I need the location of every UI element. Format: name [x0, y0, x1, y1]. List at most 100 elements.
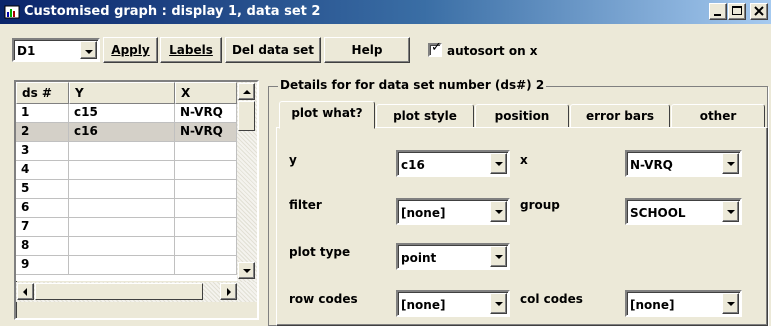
table-cell-y[interactable]	[69, 161, 175, 180]
plot-type-select-value: point	[401, 251, 437, 265]
table-cell-y[interactable]	[69, 218, 175, 237]
x-label: x	[520, 153, 528, 167]
x-select-value: N-VRQ	[630, 158, 673, 172]
filter-select-arrow[interactable]	[490, 201, 507, 222]
chevron-down-icon	[727, 162, 735, 166]
apply-label: Apply	[111, 43, 150, 57]
vertical-scroll-thumb[interactable]	[238, 101, 255, 131]
filter-select[interactable]: [none]	[396, 198, 510, 225]
grid-body[interactable]: 1 c15 N-VRQ 2 c16 N-VRQ 3 4 5 6 7 8 9	[16, 104, 237, 281]
table-row[interactable]: 5	[16, 180, 237, 199]
row-codes-select[interactable]: [none]	[396, 290, 510, 317]
table-cell-x[interactable]	[175, 180, 237, 199]
plot-type-select[interactable]: point	[396, 243, 510, 270]
x-select-arrow[interactable]	[722, 153, 739, 174]
vertical-scrollbar[interactable]	[237, 82, 257, 282]
horizontal-scroll-thumb[interactable]	[35, 283, 203, 300]
table-cell-x[interactable]	[175, 237, 237, 256]
chevron-down-icon	[495, 302, 503, 306]
table-cell-y[interactable]	[69, 142, 175, 161]
chevron-down-icon	[495, 162, 503, 166]
table-cell-y[interactable]	[69, 199, 175, 218]
col-codes-select[interactable]: [none]	[625, 290, 742, 317]
window-title: Customised graph : display 1, data set 2	[24, 4, 321, 19]
plot-type-label: plot type	[289, 245, 351, 259]
table-row[interactable]: 4	[16, 161, 237, 180]
table-cell-y[interactable]	[69, 237, 175, 256]
data-set-grid[interactable]: ds # Y X 1 c15 N-VRQ 2 c16 N-VRQ 3 4 5 6 7 8 9	[14, 80, 259, 320]
minimize-icon	[714, 14, 721, 16]
arrow-right-icon	[227, 288, 231, 296]
table-cell-y[interactable]	[69, 180, 175, 199]
table-cell-x[interactable]	[175, 218, 237, 237]
plot-type-select-arrow[interactable]	[490, 246, 507, 267]
tab-other[interactable]: other	[671, 104, 765, 128]
help-button[interactable]: Help	[324, 37, 410, 63]
y-label: y	[289, 153, 297, 167]
table-cell-ds[interactable]: 3	[16, 142, 69, 161]
del-data-set-button[interactable]: Del data set	[225, 37, 321, 63]
minimize-button[interactable]	[709, 3, 727, 20]
horizontal-scrollbar[interactable]	[16, 282, 257, 302]
table-cell-y[interactable]: c16	[69, 123, 175, 142]
table-cell-y[interactable]	[69, 256, 175, 275]
table-cell-x[interactable]: N-VRQ	[175, 123, 237, 142]
table-row[interactable]: 1 c15 N-VRQ	[16, 104, 237, 123]
table-row[interactable]: 6	[16, 199, 237, 218]
tab-error-bars[interactable]: error bars	[570, 104, 670, 128]
row-codes-select-value: [none]	[401, 298, 446, 312]
title-bar[interactable]: Customised graph : display 1, data set 2	[0, 0, 771, 24]
y-select-value: c16	[401, 158, 425, 172]
grid-header-x[interactable]: X	[175, 82, 237, 104]
row-codes-select-arrow[interactable]	[490, 293, 507, 314]
close-button[interactable]	[750, 3, 768, 20]
table-cell-x[interactable]	[175, 199, 237, 218]
maximize-button[interactable]	[728, 3, 746, 20]
chevron-down-icon	[495, 210, 503, 214]
scroll-down-button[interactable]	[238, 262, 255, 279]
table-row[interactable]: 8	[16, 237, 237, 256]
table-cell-y[interactable]: c15	[69, 104, 175, 123]
table-row[interactable]: 3	[16, 142, 237, 161]
table-cell-ds[interactable]: 6	[16, 199, 69, 218]
table-row[interactable]: 2 c16 N-VRQ	[16, 123, 237, 142]
tab-position[interactable]: position	[475, 104, 569, 128]
tab-plot-style[interactable]: plot style	[376, 104, 474, 128]
table-cell-x[interactable]	[175, 142, 237, 161]
group-select[interactable]: SCHOOL	[625, 198, 742, 225]
table-cell-x[interactable]: N-VRQ	[175, 104, 237, 123]
labels-button[interactable]: Labels	[160, 37, 222, 63]
col-codes-select-arrow[interactable]	[722, 293, 739, 314]
details-legend: Details for for data set number (ds#) 2	[278, 78, 547, 92]
table-cell-ds[interactable]: 9	[16, 256, 69, 275]
y-select-arrow[interactable]	[490, 153, 507, 174]
display-select-value: D1	[17, 44, 36, 58]
x-select[interactable]: N-VRQ	[625, 150, 742, 177]
tab-plot-what[interactable]: plot what?	[279, 101, 375, 129]
display-select[interactable]: D1	[12, 38, 100, 62]
table-cell-ds[interactable]: 8	[16, 237, 69, 256]
arrow-up-icon	[243, 90, 251, 94]
table-cell-ds[interactable]: 1	[16, 104, 69, 123]
display-select-arrow[interactable]	[80, 41, 97, 59]
table-cell-ds[interactable]: 5	[16, 180, 69, 199]
table-cell-ds[interactable]: 7	[16, 218, 69, 237]
grid-header-y[interactable]: Y	[69, 82, 175, 104]
scroll-left-button[interactable]	[17, 283, 34, 300]
table-row[interactable]: 7	[16, 218, 237, 237]
apply-button[interactable]: Apply	[103, 37, 158, 63]
autosort-checkbox[interactable]: ✓	[428, 41, 442, 57]
table-cell-ds[interactable]: 2	[16, 123, 69, 142]
filter-select-value: [none]	[401, 206, 446, 220]
table-row[interactable]: 9	[16, 256, 237, 275]
y-select[interactable]: c16	[396, 150, 510, 177]
chevron-down-icon	[495, 255, 503, 259]
scroll-up-button[interactable]	[238, 83, 255, 100]
scroll-right-button[interactable]	[220, 283, 237, 300]
grid-header-ds[interactable]: ds #	[16, 82, 69, 104]
group-select-arrow[interactable]	[722, 201, 739, 222]
help-label: Help	[351, 43, 383, 57]
table-cell-x[interactable]	[175, 161, 237, 180]
table-cell-ds[interactable]: 4	[16, 161, 69, 180]
table-cell-x[interactable]	[175, 256, 237, 275]
